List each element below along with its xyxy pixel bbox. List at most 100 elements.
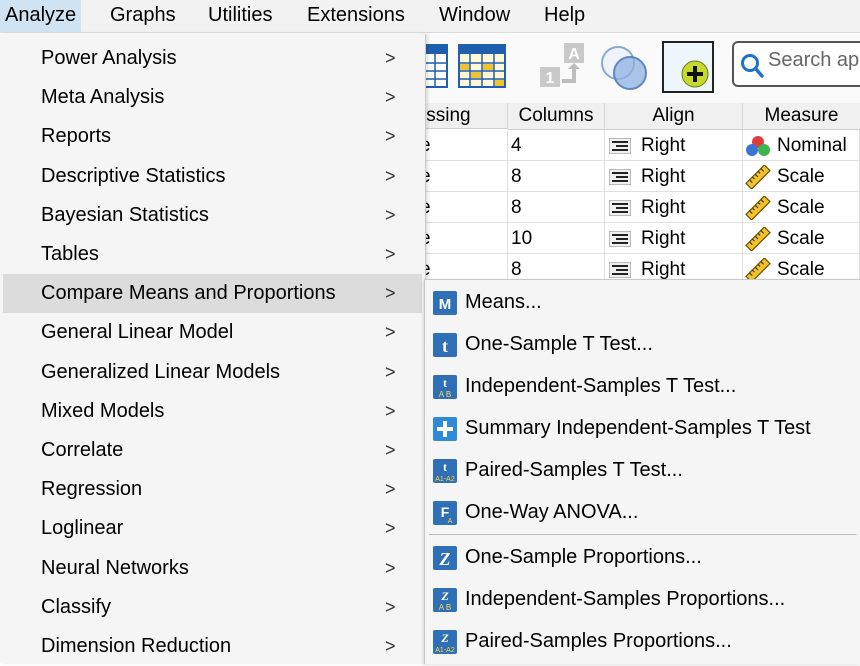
menu-item-label: Dimension Reduction <box>41 635 232 657</box>
svg-text:A1-A2: A1-A2 <box>435 647 455 654</box>
cell-missing[interactable]: e <box>420 192 508 223</box>
use-sets-icon[interactable] <box>598 43 650 91</box>
submenu-item-label: Paired-Samples Proportions... <box>465 630 732 652</box>
menu-item-meta-analysis[interactable]: Meta Analysis > <box>3 78 422 117</box>
align-right-icon <box>609 169 631 185</box>
cell-text: 10 <box>511 228 533 249</box>
svg-text:1: 1 <box>546 70 555 87</box>
column-header-align[interactable]: Align <box>605 103 743 130</box>
cell-columns[interactable]: 8 <box>508 161 605 192</box>
menu-item-label: Tables <box>41 243 99 265</box>
align-right-icon <box>609 138 631 154</box>
search-icon <box>741 54 764 78</box>
submenu-item-one-sample-t-test[interactable]: t One-Sample T Test... <box>427 323 859 365</box>
menu-item-compare-means-and-proportions[interactable]: Compare Means and Proportions > <box>3 274 422 314</box>
submenu-arrow-icon: > <box>385 165 396 186</box>
menu-item-descriptive-statistics[interactable]: Descriptive Statistics > <box>3 157 422 196</box>
menu-utilities[interactable]: Utilities <box>203 0 277 32</box>
menu-item-label: Classify <box>41 595 112 618</box>
column-header-missing[interactable]: issing <box>420 103 508 129</box>
submenu-item-label: One-Sample T Test... <box>465 333 653 355</box>
submenu-item-independent-samples-t-test[interactable]: tA B Independent-Samples T Test... <box>427 365 859 407</box>
cell-text: 8 <box>511 166 522 187</box>
cell-align[interactable]: Right <box>605 130 743 161</box>
submenu-item-paired-samples-proportions[interactable]: Z A1-A2 Paired-Samples Proportions... <box>427 620 859 662</box>
cell-align[interactable]: Right <box>605 223 743 254</box>
submenu-arrow-icon: > <box>385 48 396 68</box>
menu-item-regression[interactable]: Regression > <box>3 470 422 509</box>
menu-help[interactable]: Help <box>539 0 590 32</box>
menu-extensions[interactable]: Extensions <box>302 0 410 32</box>
svg-text:t: t <box>442 336 448 356</box>
svg-text:A: A <box>448 518 453 525</box>
menu-bar: Analyze Graphs Utilities Extensions Wind… <box>0 0 860 33</box>
menu-item-mixed-models[interactable]: Mixed Models > <box>3 392 422 431</box>
cell-measure[interactable]: Nominal <box>743 130 860 161</box>
menu-item-label: Neural Networks <box>41 556 189 579</box>
cell-text: Scale <box>777 166 825 187</box>
menu-analyze[interactable]: Analyze <box>0 0 82 32</box>
one-way-anova-icon: FA <box>433 501 457 525</box>
cell-missing[interactable]: e <box>420 130 508 161</box>
cell-missing[interactable]: e <box>420 161 508 192</box>
menu-item-label: Correlate <box>41 439 124 461</box>
menu-item-general-linear-model[interactable]: General Linear Model > <box>3 313 422 352</box>
submenu-item-independent-samples-proportions[interactable]: ZA B Independent-Samples Proportions... <box>427 578 859 620</box>
align-right-icon <box>609 262 631 278</box>
cell-measure[interactable]: Scale <box>743 161 860 192</box>
column-header-columns[interactable]: Columns <box>508 103 605 130</box>
paired-samples-proportions-icon: Z A1-A2 <box>433 630 457 654</box>
scale-ruler-icon <box>745 227 771 251</box>
means-icon: M <box>433 291 457 315</box>
submenu-separator <box>429 534 857 535</box>
submenu-item-summary-independent-samples-t-test[interactable]: Summary Independent-Samples T Test <box>427 407 859 449</box>
variable-view-icon[interactable] <box>458 43 506 89</box>
submenu-item-paired-samples-t-test[interactable]: t A1-A2 Paired-Samples T Test... <box>427 449 859 491</box>
submenu-arrow-icon: > <box>385 479 396 500</box>
cell-align[interactable]: Right <box>605 192 743 223</box>
menu-item-label: Generalized Linear Models <box>41 360 281 383</box>
column-header-measure[interactable]: Measure <box>743 103 860 130</box>
value-labels-icon[interactable]: A 1 <box>536 41 588 91</box>
cell-missing[interactable]: e <box>420 223 508 254</box>
submenu-item-one-way-anova[interactable]: F A One-Way ANOVA... <box>427 491 859 533</box>
menu-item-reports[interactable]: Reports > <box>3 117 422 156</box>
cell-text: Nominal <box>777 135 847 156</box>
menu-item-correlate[interactable]: Correlate > <box>3 431 422 470</box>
menu-item-generalized-linear-models[interactable]: Generalized Linear Models > <box>3 353 422 392</box>
menu-graphs[interactable]: Graphs <box>105 0 181 32</box>
search-box[interactable] <box>732 41 860 87</box>
svg-text:t: t <box>443 376 447 390</box>
scale-ruler-icon <box>745 196 771 220</box>
cell-text: Right <box>641 166 686 187</box>
add-extension-icon[interactable] <box>662 41 714 93</box>
menu-item-bayesian-statistics[interactable]: Bayesian Statistics > <box>3 196 422 235</box>
menu-item-power-analysis[interactable]: Power Analysis > <box>3 39 422 78</box>
menu-item-dimension-reduction[interactable]: Dimension Reduction > <box>3 627 422 666</box>
submenu-item-one-sample-proportions[interactable]: Z One-Sample Proportions... <box>427 536 859 578</box>
cell-align[interactable]: Right <box>605 161 743 192</box>
cell-text: Right <box>641 197 686 218</box>
svg-text:Z: Z <box>440 589 449 603</box>
menu-window[interactable]: Window <box>434 0 515 32</box>
submenu-item-label: One-Way ANOVA... <box>465 501 639 523</box>
cell-text: 4 <box>511 135 522 156</box>
submenu-arrow-icon: > <box>385 440 396 460</box>
menu-item-label: Regression <box>41 478 143 501</box>
search-input[interactable] <box>768 49 860 72</box>
cell-columns[interactable]: 4 <box>508 130 605 161</box>
cell-measure[interactable]: Scale <box>743 223 860 254</box>
cell-columns[interactable]: 10 <box>508 223 605 254</box>
submenu-arrow-icon: > <box>385 636 396 656</box>
submenu-item-label: Means... <box>465 291 542 313</box>
menu-item-classify[interactable]: Classify > <box>3 588 422 627</box>
cell-measure[interactable]: Scale <box>743 192 860 223</box>
cell-text: Scale <box>777 228 825 249</box>
submenu-item-means[interactable]: M Means... <box>427 281 859 323</box>
independent-samples-t-test-icon: tA B <box>433 375 457 399</box>
paired-samples-t-test-icon: t A1-A2 <box>433 459 457 483</box>
menu-item-tables[interactable]: Tables > <box>3 235 422 274</box>
menu-item-neural-networks[interactable]: Neural Networks > <box>3 549 422 588</box>
menu-item-loglinear[interactable]: Loglinear > <box>3 509 422 548</box>
cell-columns[interactable]: 8 <box>508 192 605 223</box>
